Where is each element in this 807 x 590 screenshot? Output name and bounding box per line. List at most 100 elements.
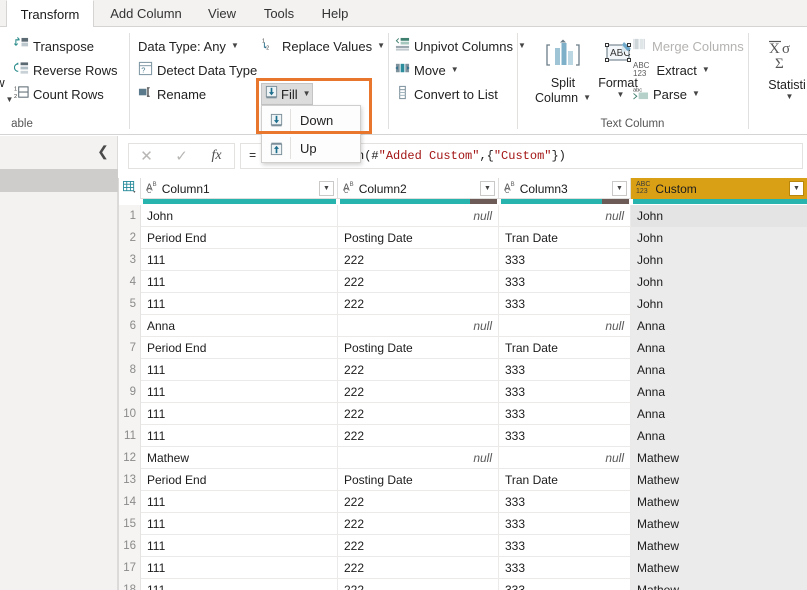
table-cell-column1[interactable]: Period End [141, 469, 338, 491]
extract-button[interactable]: ABC 123 Extract ▼ [633, 59, 710, 81]
table-row[interactable]: 3 111 222 333 John [119, 249, 807, 271]
transpose-button[interactable]: Transpose [14, 35, 94, 57]
row-number[interactable]: 3 [119, 249, 141, 271]
table-cell-column2[interactable]: 222 [338, 359, 499, 381]
row-number[interactable]: 18 [119, 579, 141, 590]
table-cell-column3[interactable]: 333 [499, 425, 631, 447]
table-cell-custom[interactable]: Anna [631, 403, 807, 425]
move-button[interactable]: Move ▼ [395, 59, 459, 81]
table-cell-column2[interactable]: 222 [338, 293, 499, 315]
table-cell-column2[interactable]: 222 [338, 557, 499, 579]
column-header-column2[interactable]: AB C Column2 [338, 178, 499, 199]
tab-tools[interactable]: Tools [252, 0, 306, 27]
table-cell-column2[interactable]: 222 [338, 579, 499, 590]
check-icon[interactable]: ✓ [164, 144, 199, 168]
table-cell-custom[interactable]: Anna [631, 359, 807, 381]
tab-help[interactable]: Help [310, 0, 360, 27]
parse-button[interactable]: abc Parse ▼ [633, 83, 700, 105]
table-cell-custom[interactable]: John [631, 293, 807, 315]
table-row[interactable]: 8 111 222 333 Anna [119, 359, 807, 381]
row-number[interactable]: 10 [119, 403, 141, 425]
chevron-left-icon[interactable]: ❮ [95, 143, 111, 159]
row-number[interactable]: 12 [119, 447, 141, 469]
row-number[interactable]: 17 [119, 557, 141, 579]
table-cell-column3[interactable]: Tran Date [499, 469, 631, 491]
table-cell-column3[interactable]: Tran Date [499, 337, 631, 359]
table-cell-column3[interactable]: 333 [499, 557, 631, 579]
table-cell-column1[interactable]: 111 [141, 491, 338, 513]
table-row[interactable]: 2 Period End Posting Date Tran Date John [119, 227, 807, 249]
table-cell-custom[interactable]: Mathew [631, 513, 807, 535]
table-cell-custom[interactable]: Mathew [631, 469, 807, 491]
table-cell-column3[interactable]: 333 [499, 249, 631, 271]
table-row[interactable]: 9 111 222 333 Anna [119, 381, 807, 403]
table-cell-column2[interactable]: Posting Date [338, 227, 499, 249]
column3-filter-dropdown[interactable]: ▼ [612, 181, 627, 196]
table-row[interactable]: 14 111 222 333 Mathew [119, 491, 807, 513]
table-row[interactable]: 7 Period End Posting Date Tran Date Anna [119, 337, 807, 359]
reverse-rows-button[interactable]: Reverse Rows [13, 59, 118, 81]
split-column-button[interactable]: Split Column ▼ [534, 33, 592, 119]
rename-button[interactable]: Rename [138, 83, 206, 105]
table-row[interactable]: 4 111 222 333 John [119, 271, 807, 293]
column1-filter-dropdown[interactable]: ▼ [319, 181, 334, 196]
table-cell-column3[interactable]: 333 [499, 491, 631, 513]
row-number[interactable]: 8 [119, 359, 141, 381]
table-cell-column2[interactable]: 222 [338, 381, 499, 403]
tab-transform[interactable]: Transform [6, 0, 94, 28]
row-number[interactable]: 14 [119, 491, 141, 513]
row-number[interactable]: 7 [119, 337, 141, 359]
table-cell-column3[interactable]: 333 [499, 359, 631, 381]
unpivot-columns-button[interactable]: Unpivot Columns ▼ [395, 35, 526, 57]
table-cell-column3[interactable]: null [499, 447, 631, 469]
table-cell-custom[interactable]: John [631, 205, 807, 227]
table-cell-custom[interactable]: Mathew [631, 535, 807, 557]
table-row[interactable]: 18 111 222 333 Mathew [119, 579, 807, 590]
table-cell-column2[interactable]: 222 [338, 249, 499, 271]
table-cell-column3[interactable]: 333 [499, 513, 631, 535]
table-cell-column1[interactable]: Period End [141, 227, 338, 249]
table-cell-column2[interactable]: 222 [338, 513, 499, 535]
custom-filter-dropdown[interactable]: ▼ [789, 181, 804, 196]
table-cell-column3[interactable]: null [499, 315, 631, 337]
table-row[interactable]: 1 John null null John [119, 205, 807, 227]
table-cell-column2[interactable]: 222 [338, 535, 499, 557]
table-cell-column3[interactable]: 333 [499, 579, 631, 590]
table-cell-column1[interactable]: John [141, 205, 338, 227]
table-cell-custom[interactable]: Mathew [631, 579, 807, 590]
table-cell-custom[interactable]: Mathew [631, 557, 807, 579]
table-cell-column1[interactable]: 111 [141, 271, 338, 293]
table-cell-column1[interactable]: 111 [141, 535, 338, 557]
convert-to-list-button[interactable]: Convert to List [395, 83, 498, 105]
table-cell-custom[interactable]: Anna [631, 315, 807, 337]
table-cell-column3[interactable]: 333 [499, 535, 631, 557]
table-row[interactable]: 17 111 222 333 Mathew [119, 557, 807, 579]
table-cell-column1[interactable]: 111 [141, 579, 338, 590]
table-cell-column2[interactable]: 222 [338, 425, 499, 447]
table-cell-column1[interactable]: 111 [141, 381, 338, 403]
table-cell-column1[interactable]: Mathew [141, 447, 338, 469]
table-cell-column2[interactable]: Posting Date [338, 469, 499, 491]
query-list-item-selected[interactable] [0, 169, 118, 192]
column-header-column1[interactable]: AB C Column1 [141, 178, 338, 199]
table-cell-custom[interactable]: John [631, 249, 807, 271]
table-cell-column3[interactable]: 333 [499, 271, 631, 293]
table-cell-column3[interactable]: null [499, 205, 631, 227]
table-cell-column2[interactable]: 222 [338, 271, 499, 293]
statistics-button[interactable]: X σ Σ Statisti ▼ [760, 33, 807, 119]
fill-button[interactable]: Fill ▼ [261, 83, 313, 105]
table-row[interactable]: 13 Period End Posting Date Tran Date Mathew [119, 469, 807, 491]
table-cell-custom[interactable]: John [631, 271, 807, 293]
row-number[interactable]: 1 [119, 205, 141, 227]
close-icon[interactable]: ✕ [129, 144, 164, 168]
tab-view[interactable]: View [196, 0, 248, 27]
column2-filter-dropdown[interactable]: ▼ [480, 181, 495, 196]
table-cell-column3[interactable]: 333 [499, 381, 631, 403]
table-cell-column2[interactable]: null [338, 447, 499, 469]
row-number[interactable]: 13 [119, 469, 141, 491]
table-cell-custom[interactable]: Mathew [631, 447, 807, 469]
table-cell-column1[interactable]: 111 [141, 359, 338, 381]
table-cell-column3[interactable]: 333 [499, 403, 631, 425]
row-number[interactable]: 16 [119, 535, 141, 557]
select-all-columns-button[interactable] [119, 178, 141, 199]
